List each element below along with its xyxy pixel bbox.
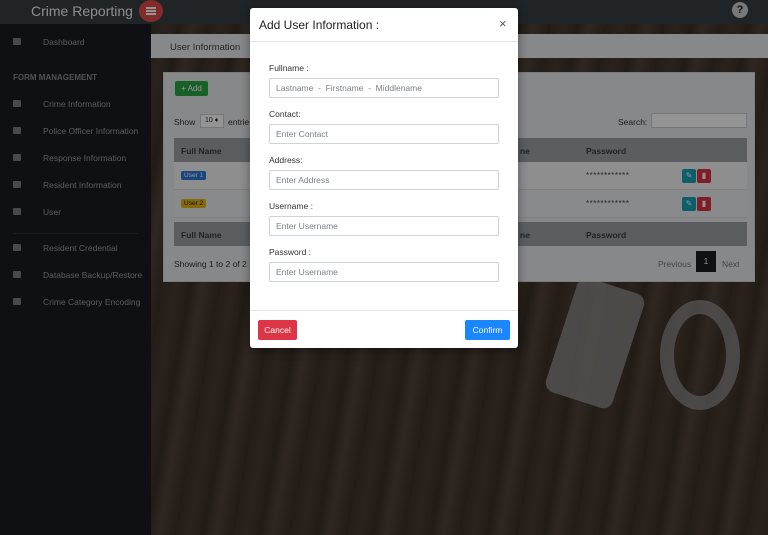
confirm-button[interactable]: Confirm xyxy=(465,320,510,340)
address-input[interactable] xyxy=(269,170,499,190)
modal-title: Add User Information : xyxy=(259,18,380,32)
modal-footer-divider xyxy=(250,310,518,311)
add-user-modal: Add User Information : × Fullname : Cont… xyxy=(250,8,518,348)
address-label: Address: xyxy=(269,155,303,165)
password-label: Password : xyxy=(269,247,312,257)
fullname-label: Fullname : xyxy=(269,63,309,73)
username-label: Username : xyxy=(269,201,313,211)
contact-label: Contact: xyxy=(269,109,301,119)
contact-input[interactable] xyxy=(269,124,499,144)
modal-header-divider xyxy=(250,41,518,42)
password-input[interactable] xyxy=(269,262,499,282)
username-input[interactable] xyxy=(269,216,499,236)
close-icon[interactable]: × xyxy=(499,16,507,31)
cancel-button[interactable]: Cancel xyxy=(258,320,297,340)
fullname-input[interactable] xyxy=(269,78,499,98)
